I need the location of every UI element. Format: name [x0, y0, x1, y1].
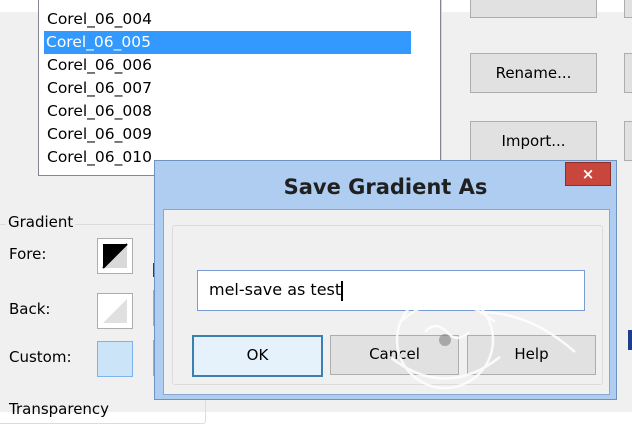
import-side-button[interactable]: [624, 121, 632, 161]
gradient-group-label: Gradient: [6, 213, 76, 231]
list-item[interactable]: Corel_06_008: [45, 100, 411, 123]
custom-color-swatch[interactable]: [97, 341, 133, 377]
gradient-name-input[interactable]: mel-save as test: [197, 270, 585, 311]
gradient-listbox[interactable]: Corel_06_004 Corel_06_005 Corel_06_006 C…: [38, 0, 441, 176]
list-item[interactable]: Corel_06_006: [45, 54, 411, 77]
top-button[interactable]: [470, 0, 597, 18]
right-edge-indicator: [628, 330, 632, 350]
top-right-button[interactable]: [624, 0, 632, 18]
ok-button[interactable]: OK: [192, 335, 323, 377]
list-item-selected[interactable]: Corel_06_005: [44, 31, 411, 54]
transparency-label: Transparency: [9, 400, 110, 418]
help-button[interactable]: Help: [467, 335, 596, 375]
cancel-button[interactable]: Cancel: [330, 335, 459, 375]
save-gradient-dialog: Save Gradient As × mel-save as test OK C…: [154, 160, 617, 400]
fore-label: Fore:: [9, 245, 47, 263]
rename-side-button[interactable]: [624, 53, 632, 93]
rename-button[interactable]: Rename...: [470, 53, 597, 93]
back-color-swatch[interactable]: [97, 293, 133, 329]
list-item[interactable]: Corel_06_007: [45, 77, 411, 100]
close-icon[interactable]: ×: [565, 162, 611, 186]
gradient-name-value: mel-save as test: [209, 280, 342, 299]
fore-color-swatch[interactable]: [97, 238, 133, 274]
custom-label: Custom:: [9, 348, 72, 366]
text-caret: [341, 280, 344, 301]
black-triangle-icon: [98, 239, 132, 273]
divider: [441, 0, 442, 185]
dialog-title: Save Gradient As: [283, 175, 488, 199]
list-item[interactable]: Corel_06_004: [45, 8, 411, 31]
back-label: Back:: [9, 300, 51, 318]
list-item[interactable]: Corel_06_009: [45, 123, 411, 146]
white-triangle-icon: [98, 294, 132, 328]
import-button[interactable]: Import...: [470, 121, 597, 161]
